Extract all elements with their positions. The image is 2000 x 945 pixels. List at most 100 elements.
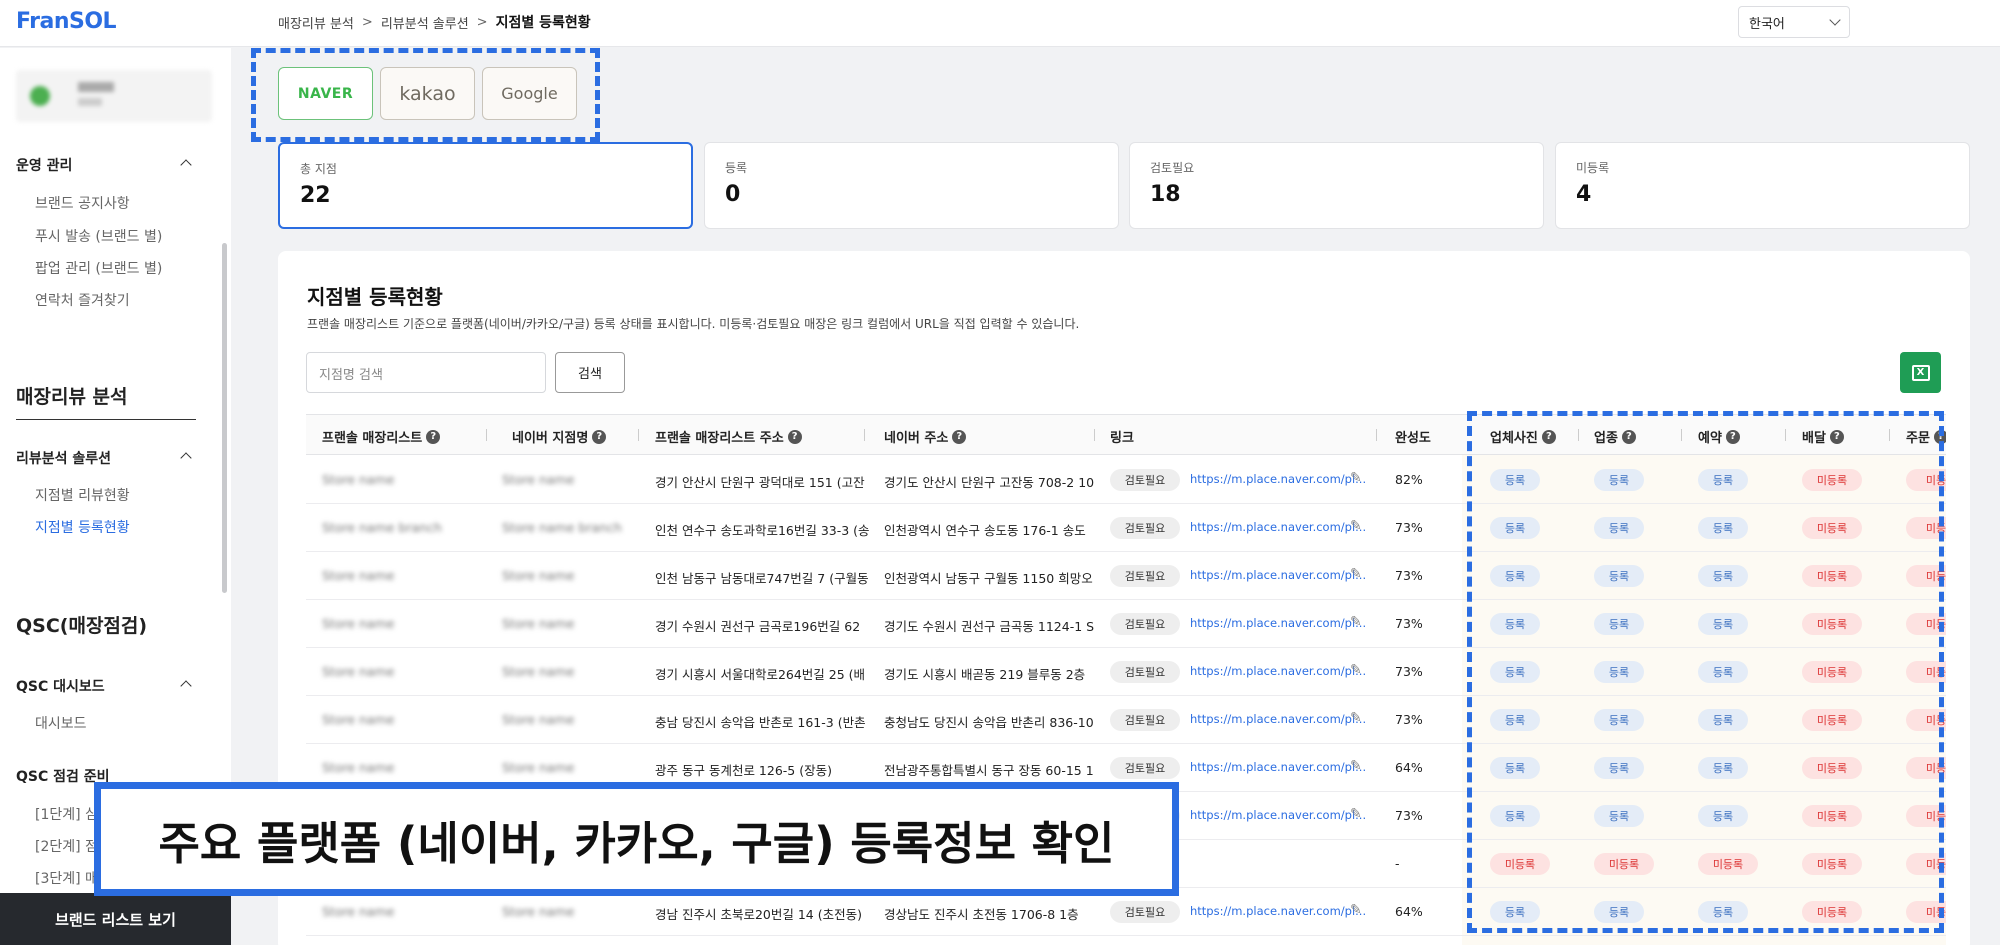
naver-place-link[interactable]: https://m.place.naver.com/pl...: [1190, 712, 1366, 726]
naver-store-name: Store name: [502, 664, 575, 679]
stat-card-review[interactable]: 검토필요 18: [1129, 142, 1544, 229]
breadcrumb-current: 지점별 등록현황: [495, 15, 591, 31]
divider: [486, 429, 487, 441]
sidebar-scrollbar[interactable]: [222, 243, 227, 593]
naver-place-link[interactable]: https://m.place.naver.com/pl...: [1190, 664, 1366, 678]
profile-name-redacted: [78, 82, 114, 92]
completeness-value: 64%: [1395, 904, 1423, 919]
edit-pencil-icon[interactable]: ✎: [1350, 614, 1362, 630]
col-header-store[interactable]: 프랜솔 매장리스트?: [322, 427, 441, 446]
sidebar-item-registration-status[interactable]: 지점별 등록현황: [35, 517, 130, 537]
divider: [1376, 429, 1377, 441]
breadcrumb-item[interactable]: 리뷰분석 솔루션: [381, 13, 469, 32]
col-header-naver-address[interactable]: 네이버 주소?: [884, 427, 967, 446]
header-label: 완성도: [1395, 431, 1431, 446]
divider: [1094, 429, 1095, 441]
stat-card-registered[interactable]: 등록 0: [704, 142, 1119, 229]
header-label: 네이버 지점명: [512, 431, 589, 446]
chevron-up-icon: [180, 452, 192, 464]
stat-value: 22: [300, 183, 331, 208]
page-title: 지점별 등록현황: [307, 285, 443, 309]
col-header-address[interactable]: 프랜솔 매장리스트 주소?: [655, 427, 802, 446]
sidebar-item-brand-notice[interactable]: 브랜드 공지사항: [35, 193, 130, 213]
col-header-link[interactable]: 링크: [1110, 427, 1134, 446]
stat-value: 4: [1576, 182, 1592, 207]
naver-place-link[interactable]: https://m.place.naver.com/pl...: [1190, 808, 1366, 822]
sidebar-item-popup[interactable]: 팝업 관리 (브랜드 별): [35, 258, 162, 278]
naver-address: 경상남도 진주시 초전동 1706-8 1층: [884, 907, 1079, 922]
col-header-completeness[interactable]: 완성도: [1395, 427, 1431, 446]
review-needed-badge: 검토필요: [1110, 517, 1180, 539]
breadcrumb: 매장리뷰 분석 > 리뷰분석 솔루션 > 지점별 등록현황: [278, 12, 591, 32]
edit-pencil-icon[interactable]: ✎: [1350, 566, 1362, 582]
store-address: 광주 동구 동계천로 126-5 (장동): [655, 763, 832, 778]
excel-download-button[interactable]: X: [1900, 352, 1941, 393]
naver-store-name: Store name: [502, 472, 575, 487]
sidebar-item-step3[interactable]: [3단계] 매: [35, 868, 98, 888]
sidebar-item-contacts[interactable]: 연락처 즐겨찾기: [35, 290, 130, 310]
divider: [638, 429, 639, 441]
language-select[interactable]: 한국어: [1738, 6, 1850, 38]
sidebar-item-step2[interactable]: [2단계] 점: [35, 836, 98, 856]
edit-pencil-icon[interactable]: ✎: [1350, 806, 1362, 822]
stat-card-unregistered[interactable]: 미등록 4: [1555, 142, 1970, 229]
naver-place-link[interactable]: https://m.place.naver.com/pl...: [1190, 904, 1366, 918]
naver-place-link[interactable]: https://m.place.naver.com/pl...: [1190, 472, 1366, 486]
edit-pencil-icon[interactable]: ✎: [1350, 902, 1362, 918]
store-name: Store name: [322, 712, 395, 727]
review-needed-badge: 검토필요: [1110, 901, 1180, 923]
naver-place-link[interactable]: https://m.place.naver.com/pl...: [1190, 760, 1366, 774]
completeness-value: 82%: [1395, 472, 1423, 487]
store-name: Store name: [322, 568, 395, 583]
breadcrumb-item[interactable]: 매장리뷰 분석: [278, 13, 354, 32]
brand-profile[interactable]: [16, 70, 212, 122]
app-logo[interactable]: FranSOL: [16, 9, 117, 34]
sidebar-item-dashboard[interactable]: 대시보드: [35, 713, 87, 733]
header-label: 프랜솔 매장리스트 주소: [655, 431, 784, 446]
review-needed-badge: 검토필요: [1110, 565, 1180, 587]
edit-pencil-icon[interactable]: ✎: [1350, 758, 1362, 774]
sidebar-item-step1[interactable]: [1단계] 심: [35, 804, 98, 824]
edit-pencil-icon[interactable]: ✎: [1350, 710, 1362, 726]
sidebar-item-review-status[interactable]: 지점별 리뷰현황: [35, 485, 130, 505]
chevron-down-icon: [1829, 14, 1841, 26]
help-icon[interactable]: ?: [426, 429, 441, 444]
help-icon[interactable]: ?: [787, 429, 802, 444]
naver-place-link[interactable]: https://m.place.naver.com/pl...: [1190, 616, 1366, 630]
review-needed-badge: 검토필요: [1110, 469, 1180, 491]
store-address: 경기 안산시 단원구 광덕대로 151 (고잔: [655, 475, 865, 490]
naver-address: 경기도 수원시 권선구 금곡동 1124-1 S: [884, 619, 1095, 634]
completeness-value: -: [1395, 856, 1400, 871]
sidebar-section-operations[interactable]: 운영 관리: [16, 155, 196, 175]
review-needed-badge: 검토필요: [1110, 757, 1180, 779]
store-address: 충남 당진시 송악읍 반촌로 161-3 (반촌: [655, 715, 866, 730]
naver-address: 인천광역시 연수구 송도동 176-1 송도: [884, 523, 1086, 538]
help-icon[interactable]: ?: [592, 429, 607, 444]
naver-place-link[interactable]: https://m.place.naver.com/pl...: [1190, 568, 1366, 582]
stat-card-total[interactable]: 총 지점 22: [278, 142, 693, 229]
header-label: 링크: [1110, 431, 1134, 446]
help-icon[interactable]: ?: [952, 429, 967, 444]
edit-pencil-icon[interactable]: ✎: [1350, 518, 1362, 534]
sidebar-item-push[interactable]: 푸시 발송 (브랜드 별): [35, 226, 162, 246]
top-bar: FranSOL 매장리뷰 분석 > 리뷰분석 솔루션 > 지점별 등록현황 한국…: [0, 0, 2000, 47]
naver-place-link[interactable]: https://m.place.naver.com/pl...: [1190, 520, 1366, 534]
edit-pencil-icon[interactable]: ✎: [1350, 470, 1362, 486]
search-button[interactable]: 검색: [555, 352, 625, 393]
store-name: Store name: [322, 616, 395, 631]
search-input[interactable]: 지점명 검색: [306, 352, 546, 393]
store-name: Store name: [322, 664, 395, 679]
brand-list-button[interactable]: 브랜드 리스트 보기: [0, 893, 231, 945]
stat-label: 검토필요: [1150, 161, 1195, 175]
naver-address: 전남광주통합특별시 동구 장동 60-15 1: [884, 763, 1094, 778]
col-header-naver-name[interactable]: 네이버 지점명?: [512, 427, 607, 446]
sidebar-section-review-solution[interactable]: 리뷰분석 솔루션: [16, 448, 196, 468]
section-title: 리뷰분석 솔루션: [16, 451, 112, 467]
naver-store-name: Store name: [502, 568, 575, 583]
sidebar-section-qsc-dashboard[interactable]: QSC 대시보드: [16, 676, 196, 696]
chevron-up-icon: [180, 159, 192, 171]
stat-value: 18: [1150, 182, 1181, 207]
edit-pencil-icon[interactable]: ✎: [1350, 662, 1362, 678]
naver-address: 경기도 안산시 단원구 고잔동 708-2 10: [884, 475, 1095, 490]
store-address: 인천 남동구 남동대로747번길 7 (구월동: [655, 571, 869, 586]
